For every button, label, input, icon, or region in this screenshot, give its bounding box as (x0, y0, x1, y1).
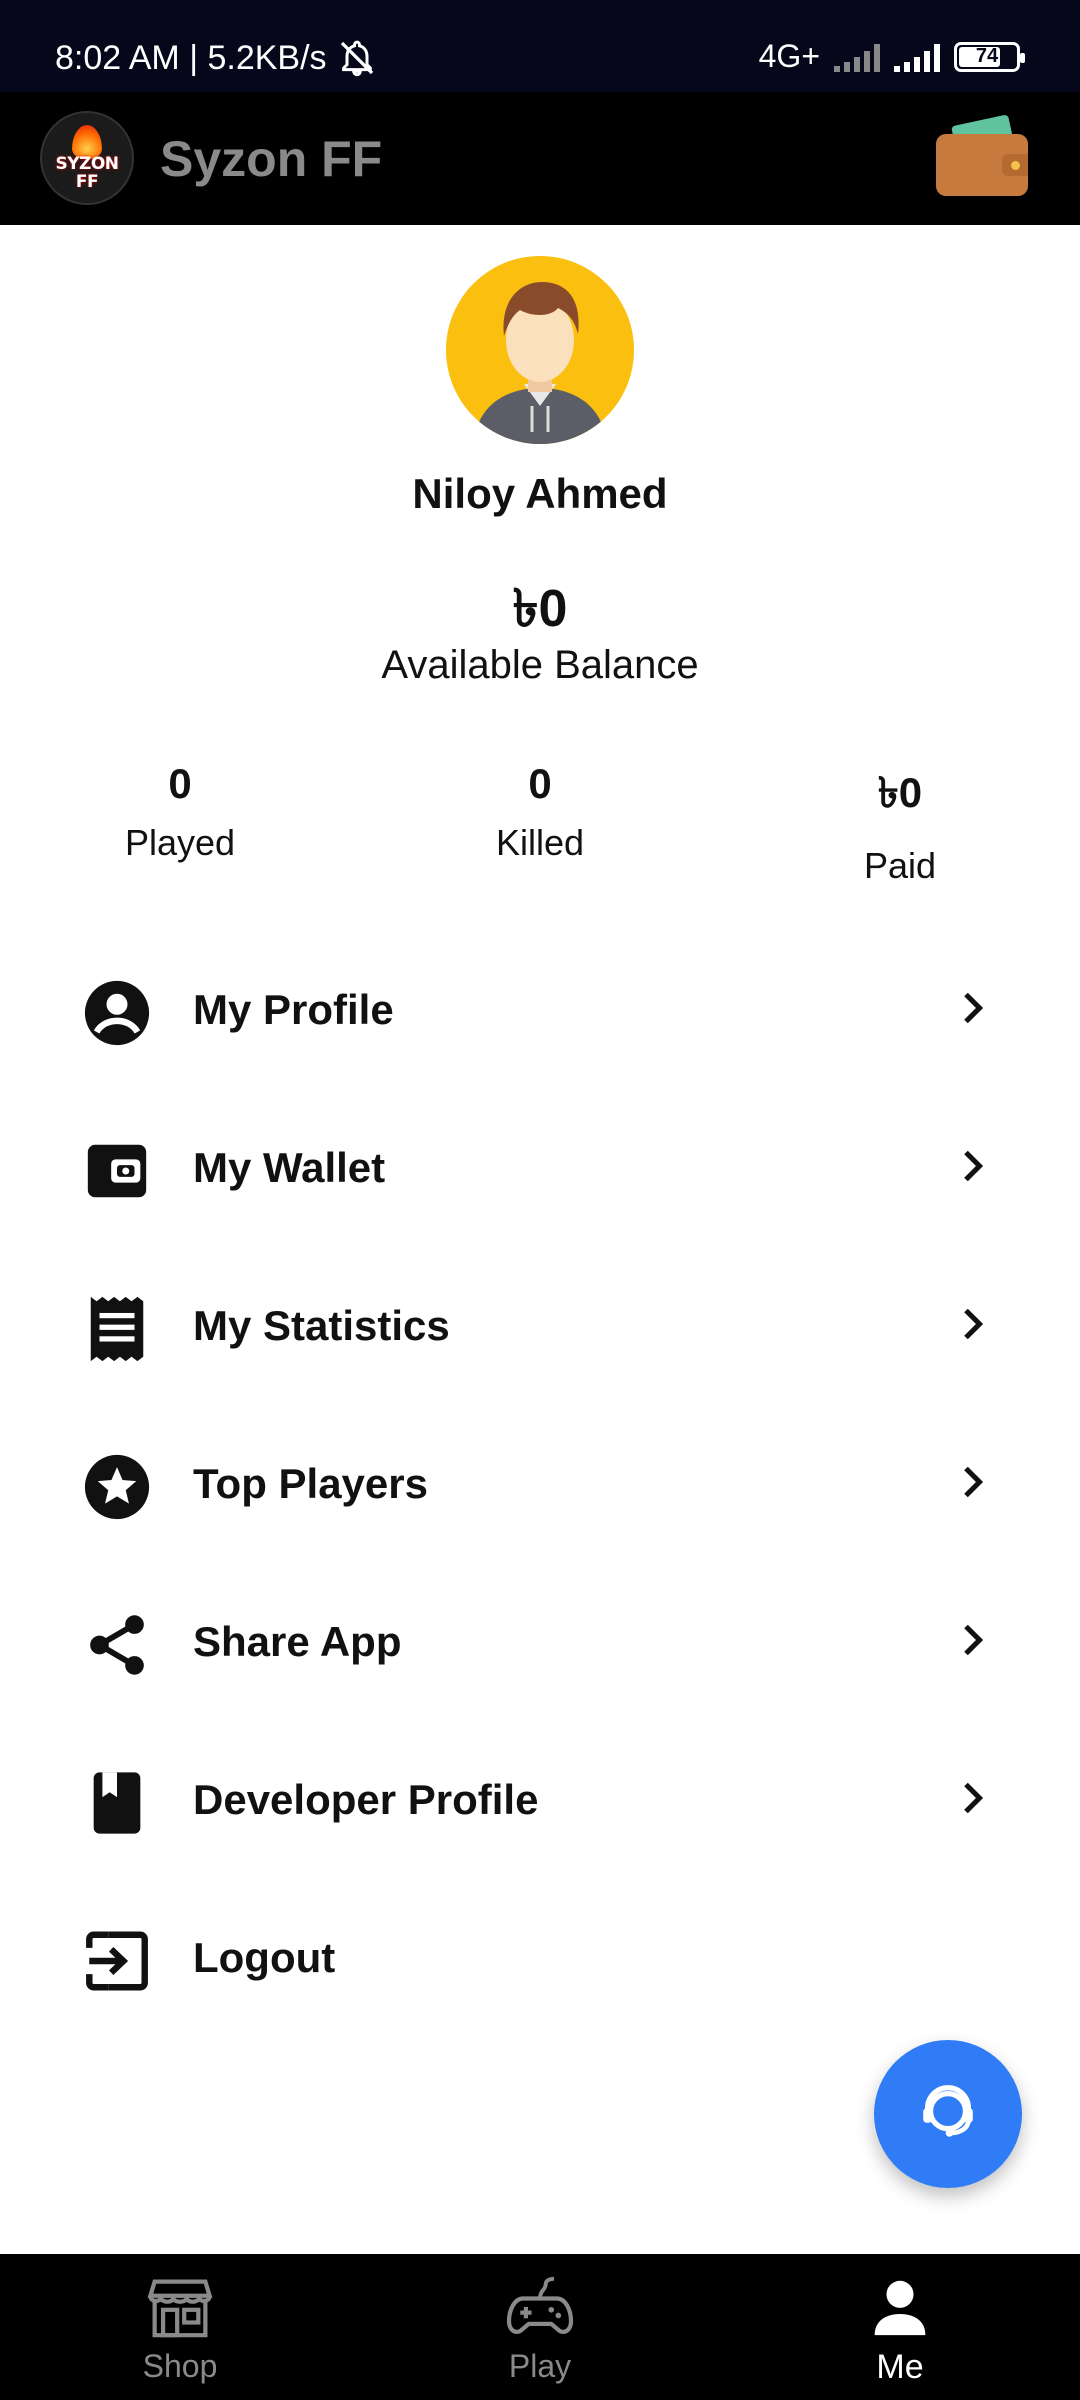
star-icon (84, 1454, 150, 1520)
stat-label: Paid (863, 845, 937, 886)
nav-label: Shop (142, 2348, 218, 2384)
menu-item-label: My Statistics (193, 1302, 450, 1349)
status-left: 8:02 AM | 5.2KB/s (55, 38, 377, 78)
support-button[interactable] (874, 2040, 1022, 2188)
nav-item-shop[interactable]: Shop (0, 2254, 360, 2400)
signal-icon (894, 42, 940, 72)
chevron-right-icon (964, 1308, 984, 1340)
menu-item-label: Top Players (193, 1460, 428, 1507)
menu-item-share-app[interactable]: Share App (0, 1580, 1080, 1700)
menu-item-my-profile[interactable]: My Profile (0, 948, 1080, 1068)
nav-item-me[interactable]: Me (720, 2254, 1080, 2400)
user-name: Niloy Ahmed (412, 470, 668, 517)
status-right: 4G+ 74 (758, 38, 1025, 75)
support-agent-icon (923, 2085, 973, 2137)
chevron-right-icon (964, 992, 984, 1024)
balance-label: Available Balance (381, 643, 699, 687)
battery-level: 74 (975, 45, 999, 67)
logo-text: SYZON FF (55, 154, 119, 192)
stat-value: ৳0 (877, 769, 923, 816)
signal-icon (834, 42, 880, 72)
account-circle-icon (84, 980, 150, 1046)
wallet-icon (87, 1144, 147, 1198)
status-time: 8:02 AM | 5.2KB/s (55, 38, 327, 77)
avatar (446, 256, 634, 444)
bottom-nav: Shop Play Me (0, 2254, 1080, 2400)
menu-item-logout[interactable]: Logout (0, 1896, 1080, 2016)
menu-item-label: Developer Profile (193, 1776, 539, 1823)
stat-paid: ৳0 Paid (750, 760, 1050, 887)
app-title: Syzon FF (160, 131, 383, 187)
person-icon (874, 2280, 926, 2336)
stat-killed: 0 Killed (390, 760, 690, 864)
chevron-right-icon (964, 1624, 984, 1656)
menu-item-label: Logout (193, 1934, 336, 1981)
menu-item-my-wallet[interactable]: My Wallet (0, 1106, 1080, 1226)
wallet-button[interactable] (936, 114, 1028, 196)
menu-item-developer-profile[interactable]: Developer Profile (0, 1738, 1080, 1858)
nav-item-play[interactable]: Play (360, 2254, 720, 2400)
stat-value: 0 (528, 760, 552, 807)
chevron-right-icon (964, 1466, 984, 1498)
battery-icon: 74 (954, 41, 1025, 72)
nav-label: Me (876, 2348, 924, 2386)
bell-off-icon (340, 40, 373, 77)
chevron-right-icon (964, 1782, 984, 1814)
menu-item-label: Share App (193, 1618, 402, 1665)
book-icon (93, 1772, 141, 1834)
menu-item-my-statistics[interactable]: My Statistics (0, 1264, 1080, 1384)
stat-played: 0 Played (30, 760, 330, 864)
nav-label: Play (508, 2348, 572, 2384)
status-bar: 8:02 AM | 5.2KB/s 4G+ 74 (0, 0, 1080, 92)
menu-item-label: My Wallet (193, 1144, 386, 1191)
receipt-icon (90, 1296, 144, 1362)
balance-value: ৳0 (512, 580, 568, 638)
menu-item-label: My Profile (193, 986, 394, 1033)
network-type: 4G+ (758, 38, 820, 74)
stat-value: 0 (168, 760, 192, 807)
stat-label: Played (124, 822, 236, 863)
wallet-button-dot (1011, 161, 1020, 170)
logout-icon (86, 1931, 148, 1991)
store-icon (147, 2279, 213, 2338)
app-logo: SYZON FF (40, 111, 134, 205)
app-bar: SYZON FF Syzon FF (0, 92, 1080, 225)
chevron-right-icon (964, 1150, 984, 1182)
share-icon (90, 1615, 144, 1675)
avatar-icon (474, 282, 606, 444)
menu-item-top-players[interactable]: Top Players (0, 1422, 1080, 1542)
stat-label: Killed (495, 822, 585, 863)
gamepad-icon (506, 2276, 574, 2334)
